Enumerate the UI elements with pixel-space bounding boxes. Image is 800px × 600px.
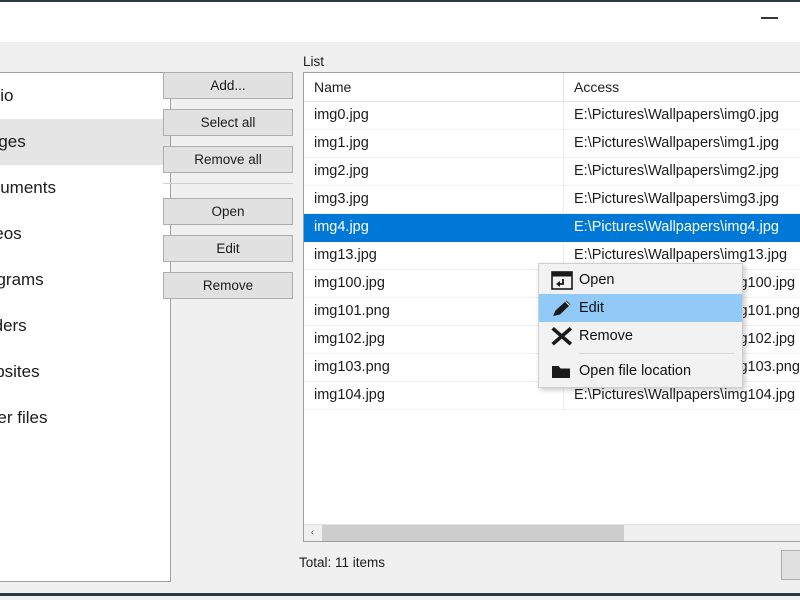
footer-button[interactable]	[781, 550, 800, 580]
title-bar: s	[0, 2, 800, 42]
cell-name: img102.jpg	[304, 326, 564, 353]
x-mark-icon	[545, 322, 579, 350]
minimize-icon	[761, 17, 778, 19]
list-header-row: Name Access	[304, 73, 800, 102]
sidebar-item-documents[interactable]: Documents	[0, 165, 170, 211]
application-window: s Audio Images Documents Videos Programs…	[0, 0, 800, 596]
context-menu-item-remove[interactable]: Remove	[539, 322, 742, 350]
cell-name: img104.jpg	[304, 382, 564, 409]
cell-name: img3.jpg	[304, 186, 564, 213]
action-button-column: Add... Select all Remove all Open Edit R…	[163, 72, 293, 309]
folder-icon	[545, 357, 579, 385]
button-separator	[163, 183, 293, 184]
list-label: List	[303, 54, 325, 69]
context-menu-item-edit[interactable]: Edit	[539, 294, 742, 322]
cell-name: img103.png	[304, 354, 564, 381]
cell-name: img0.jpg	[304, 102, 564, 129]
cell-name: img2.jpg	[304, 158, 564, 185]
context-menu-label: Open file location	[579, 363, 692, 379]
context-menu[interactable]: Open Edit Remove Open file location	[538, 263, 743, 388]
table-row[interactable]: img2.jpg E:\Pictures\Wallpapers\img2.jpg	[304, 158, 800, 186]
table-row[interactable]: img1.jpg E:\Pictures\Wallpapers\img1.jpg	[304, 130, 800, 158]
open-in-window-icon	[545, 266, 579, 294]
sidebar-item-folders[interactable]: Folders	[0, 303, 170, 349]
table-row[interactable]: img3.jpg E:\Pictures\Wallpapers\img3.jpg	[304, 186, 800, 214]
column-header-name[interactable]: Name	[304, 73, 564, 101]
add-button[interactable]: Add...	[163, 72, 293, 99]
cell-access: E:\Pictures\Wallpapers\img3.jpg	[574, 191, 779, 207]
cell-name: img4.jpg	[304, 214, 564, 241]
table-row[interactable]: img0.jpg E:\Pictures\Wallpapers\img0.jpg	[304, 102, 800, 130]
sidebar-item-programs[interactable]: Programs	[0, 257, 170, 303]
pencil-icon	[545, 294, 579, 322]
context-menu-label: Remove	[579, 328, 633, 344]
column-header-access[interactable]: Access	[564, 73, 800, 101]
cell-access: E:\Pictures\Wallpapers\img1.jpg	[574, 135, 779, 151]
context-menu-label: Edit	[579, 300, 604, 316]
edit-button[interactable]: Edit	[163, 235, 293, 262]
cell-name: img13.jpg	[304, 242, 564, 269]
sidebar-item-videos[interactable]: Videos	[0, 211, 170, 257]
scroll-left-arrow-icon[interactable]: ‹	[304, 525, 321, 541]
table-row-selected[interactable]: img4.jpg E:\Pictures\Wallpapers\img4.jpg	[304, 214, 800, 242]
remove-button[interactable]: Remove	[163, 272, 293, 299]
context-menu-item-open-file-location[interactable]: Open file location	[539, 357, 742, 385]
cell-access: E:\Pictures\Wallpapers\img0.jpg	[574, 107, 779, 123]
sidebar-item-websites[interactable]: Websites	[0, 349, 170, 395]
sidebar-item-audio[interactable]: Audio	[0, 73, 170, 119]
remove-all-button[interactable]: Remove all	[163, 146, 293, 173]
status-total-items: Total: 11 items	[299, 555, 386, 570]
context-menu-separator	[579, 353, 734, 354]
client-area: Audio Images Documents Videos Programs F…	[0, 42, 800, 593]
cell-name: img100.jpg	[304, 270, 564, 297]
context-menu-label: Open	[579, 272, 615, 288]
horizontal-scrollbar-thumb[interactable]	[322, 525, 624, 541]
sidebar-item-other-files[interactable]: Other files	[0, 395, 170, 441]
context-menu-item-open[interactable]: Open	[539, 266, 742, 294]
select-all-button[interactable]: Select all	[163, 109, 293, 136]
open-button[interactable]: Open	[163, 198, 293, 225]
category-list[interactable]: Audio Images Documents Videos Programs F…	[0, 72, 171, 582]
cell-access: E:\Pictures\Wallpapers\img4.jpg	[574, 219, 779, 235]
sidebar-item-images[interactable]: Images	[0, 119, 170, 165]
app-root: s Audio Images Documents Videos Programs…	[0, 0, 800, 600]
horizontal-scrollbar[interactable]: ‹	[304, 524, 800, 541]
minimize-button[interactable]	[746, 2, 792, 33]
cell-access: E:\Pictures\Wallpapers\img2.jpg	[574, 163, 779, 179]
cell-name: img1.jpg	[304, 130, 564, 157]
cell-name: img101.png	[304, 298, 564, 325]
